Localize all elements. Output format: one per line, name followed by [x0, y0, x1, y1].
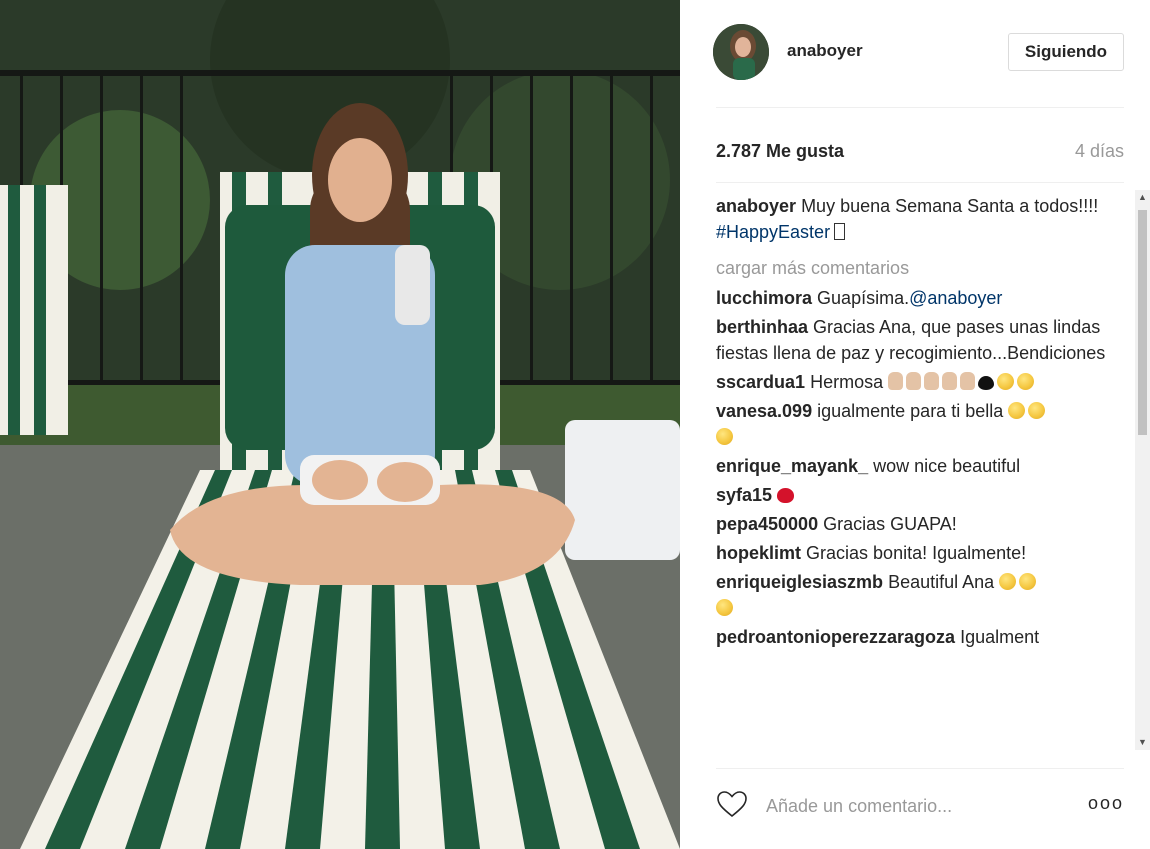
add-comment-bar: ooo	[716, 787, 1124, 827]
comment-item: sscardua1 Hermosa	[716, 369, 1136, 395]
load-more-comments-link[interactable]: cargar más comentarios	[716, 255, 1136, 281]
post-photo[interactable]	[0, 0, 680, 849]
comment-text: Gracias bonita! Igualmente!	[806, 543, 1027, 563]
kissing-emoji-icon	[716, 599, 733, 616]
comment-text: Guapísima.	[817, 288, 910, 308]
comments-list[interactable]: anaboyer Muy buena Semana Santa a todos!…	[716, 193, 1136, 758]
clap-hand-icon	[906, 372, 922, 390]
comment-item: pedroantonioperezzaragoza Igualment	[716, 624, 1136, 650]
divider	[716, 768, 1124, 769]
comment-item: enriqueiglesiaszmb Beautiful Ana	[716, 569, 1136, 621]
photo-illustration	[0, 0, 680, 849]
comment-input[interactable]	[764, 791, 1058, 821]
caption-username[interactable]: anaboyer	[716, 196, 796, 216]
kissing-emoji-icon	[1028, 402, 1046, 419]
post-header: anaboyer Siguiendo	[680, 0, 1150, 107]
clap-hand-icon	[924, 372, 940, 390]
heart-eyes-emoji-icon	[999, 573, 1017, 590]
comment-username[interactable]: sscardua1	[716, 372, 805, 392]
comment-text: Gracias GUAPA!	[823, 514, 957, 534]
scroll-thumb[interactable]	[1138, 210, 1147, 435]
caption: anaboyer Muy buena Semana Santa a todos!…	[716, 193, 1136, 245]
comment-username[interactable]: pedroantonioperezzaragoza	[716, 627, 955, 647]
comment-username[interactable]: syfa15	[716, 485, 772, 505]
avatar[interactable]	[713, 24, 769, 80]
avatar-image	[713, 24, 769, 80]
comment-text: Beautiful Ana	[888, 572, 995, 592]
comment-username[interactable]: lucchimora	[716, 288, 812, 308]
kissing-emoji-icon	[1008, 402, 1026, 419]
comment-text: wow nice beautiful	[873, 456, 1021, 476]
comment-username[interactable]: enrique_mayank_	[716, 456, 868, 476]
following-button[interactable]: Siguiendo	[1008, 33, 1124, 71]
comment-username[interactable]: enriqueiglesiaszmb	[716, 572, 883, 592]
clap-hand-icon	[960, 372, 976, 390]
caption-text: Muy buena Semana Santa a todos!!!!	[801, 196, 1099, 216]
comment-text: igualmente para ti bella	[817, 401, 1004, 421]
scroll-down-arrow-icon[interactable]: ▼	[1135, 735, 1150, 750]
comment-username[interactable]: pepa450000	[716, 514, 818, 534]
divider	[716, 107, 1124, 108]
heart-eyes-emoji-icon	[997, 373, 1015, 390]
missing-glyph-icon	[834, 223, 846, 240]
comments-scrollbar[interactable]: ▲ ▼	[1135, 190, 1150, 750]
heart-emoji-icon	[777, 488, 795, 503]
divider	[716, 182, 1124, 183]
like-heart-icon[interactable]	[716, 789, 748, 819]
username-link[interactable]: anaboyer	[787, 41, 863, 61]
clap-hand-icon	[888, 372, 904, 390]
comment-text: Igualment	[960, 627, 1040, 647]
comment-item: lucchimora Guapísima.@anaboyer	[716, 285, 1136, 311]
clap-hand-icon	[942, 372, 958, 390]
scroll-up-arrow-icon[interactable]: ▲	[1135, 190, 1150, 205]
comment-username[interactable]: berthinhaa	[716, 317, 808, 337]
comment-item: berthinhaa Gracias Ana, que pases unas l…	[716, 314, 1136, 366]
black-heart-icon	[978, 376, 995, 390]
post-timestamp[interactable]: 4 días	[1075, 141, 1124, 162]
comment-item: enrique_mayank_ wow nice beautiful	[716, 453, 1136, 479]
comment-item: hopeklimt Gracias bonita! Igualmente!	[716, 540, 1136, 566]
comment-text: Hermosa	[810, 372, 884, 392]
hashtag-link[interactable]: #HappyEaster	[716, 222, 830, 242]
comment-item: pepa450000 Gracias GUAPA!	[716, 511, 1136, 537]
post-details-panel: anaboyer Siguiendo 2.787 Me gusta 4 días…	[680, 0, 1150, 849]
more-options-icon[interactable]: ooo	[1088, 793, 1124, 814]
mention-link[interactable]: @anaboyer	[909, 288, 1002, 308]
comment-item: syfa15	[716, 482, 1136, 508]
likes-count[interactable]: 2.787 Me gusta	[716, 141, 844, 162]
kissing-emoji-icon	[1019, 573, 1037, 590]
kissing-emoji-icon	[716, 428, 733, 445]
heart-eyes-emoji-icon	[1017, 373, 1035, 390]
comment-username[interactable]: hopeklimt	[716, 543, 801, 563]
comment-username[interactable]: vanesa.099	[716, 401, 812, 421]
comment-item: vanesa.099 igualmente para ti bella	[716, 398, 1136, 450]
